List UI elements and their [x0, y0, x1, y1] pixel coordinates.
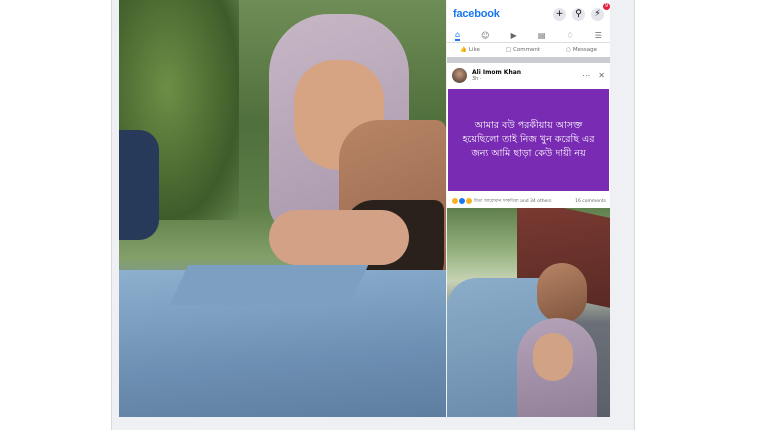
couple-photo-small[interactable] — [447, 208, 610, 417]
photo-woman-hand — [269, 210, 409, 265]
post-author-name: Ali Imom Khan — [472, 68, 522, 76]
sad-icon — [465, 197, 473, 205]
comment-icon: □ — [505, 47, 512, 53]
like-button[interactable]: 👍 Like — [460, 47, 480, 53]
menu-icon[interactable]: ☰ — [595, 31, 602, 40]
comments-count[interactable]: 16 comments — [575, 199, 606, 204]
facebook-logo[interactable]: facebook — [453, 8, 547, 20]
facebook-header: facebook + ⚲ ⚡ 9 — [447, 0, 610, 28]
friends-icon[interactable]: ☺ — [481, 31, 489, 40]
post-meta: 3h · — [472, 75, 482, 82]
messenger-icon[interactable]: ⚡ 9 — [591, 2, 610, 21]
reaction-icons[interactable] — [451, 197, 473, 205]
like-icon: 👍 — [460, 47, 467, 53]
message-icon: ○ — [566, 47, 571, 53]
post-header: Ali Imom Khan 3h · ⋯ ✕ — [447, 63, 610, 87]
comment-button[interactable]: □ Comment — [506, 47, 540, 53]
video-icon[interactable]: ▶ — [511, 31, 517, 40]
home-icon[interactable]: ⌂ — [455, 30, 461, 41]
avatar[interactable] — [452, 67, 467, 83]
post-text-card: আমার বউ পরকীয়ায় আসক্ত হয়েছিলো তাই নিজ… — [448, 89, 609, 191]
post-action-bar: 👍 Like □ Comment ○ Message — [447, 43, 610, 63]
comment-label: Comment — [513, 47, 541, 53]
photo-man-collar — [169, 265, 369, 305]
bell-icon[interactable]: ♢ — [567, 31, 574, 40]
messenger-badge: 9 — [602, 2, 610, 10]
photo-woman-shirt — [119, 130, 159, 240]
couple-photo-large — [119, 0, 446, 417]
reactions-text[interactable]: মিতা আরোমান সাকতিয়া and 34 others — [474, 198, 575, 205]
like-label: Like — [468, 47, 480, 53]
photo-man-face — [537, 263, 587, 323]
photo-woman-face — [533, 333, 573, 381]
message-button[interactable]: ○ Message — [566, 47, 597, 53]
facebook-tab-bar: ⌂ ☺ ▶ ▤ ♢ ☰ — [447, 28, 610, 43]
add-icon[interactable]: + — [553, 7, 566, 21]
search-icon[interactable]: ⚲ — [572, 7, 585, 21]
close-icon[interactable]: ✕ — [598, 71, 605, 80]
post-author[interactable]: Ali Imom Khan 3h · — [472, 69, 582, 82]
marketplace-icon[interactable]: ▤ — [538, 31, 546, 40]
more-options-icon[interactable]: ⋯ — [582, 71, 590, 80]
facebook-screenshot: facebook + ⚲ ⚡ 9 ⌂ ☺ ▶ ▤ ♢ ☰ 👍 Like □ Comme… — [447, 0, 610, 417]
message-label: Message — [572, 47, 597, 53]
